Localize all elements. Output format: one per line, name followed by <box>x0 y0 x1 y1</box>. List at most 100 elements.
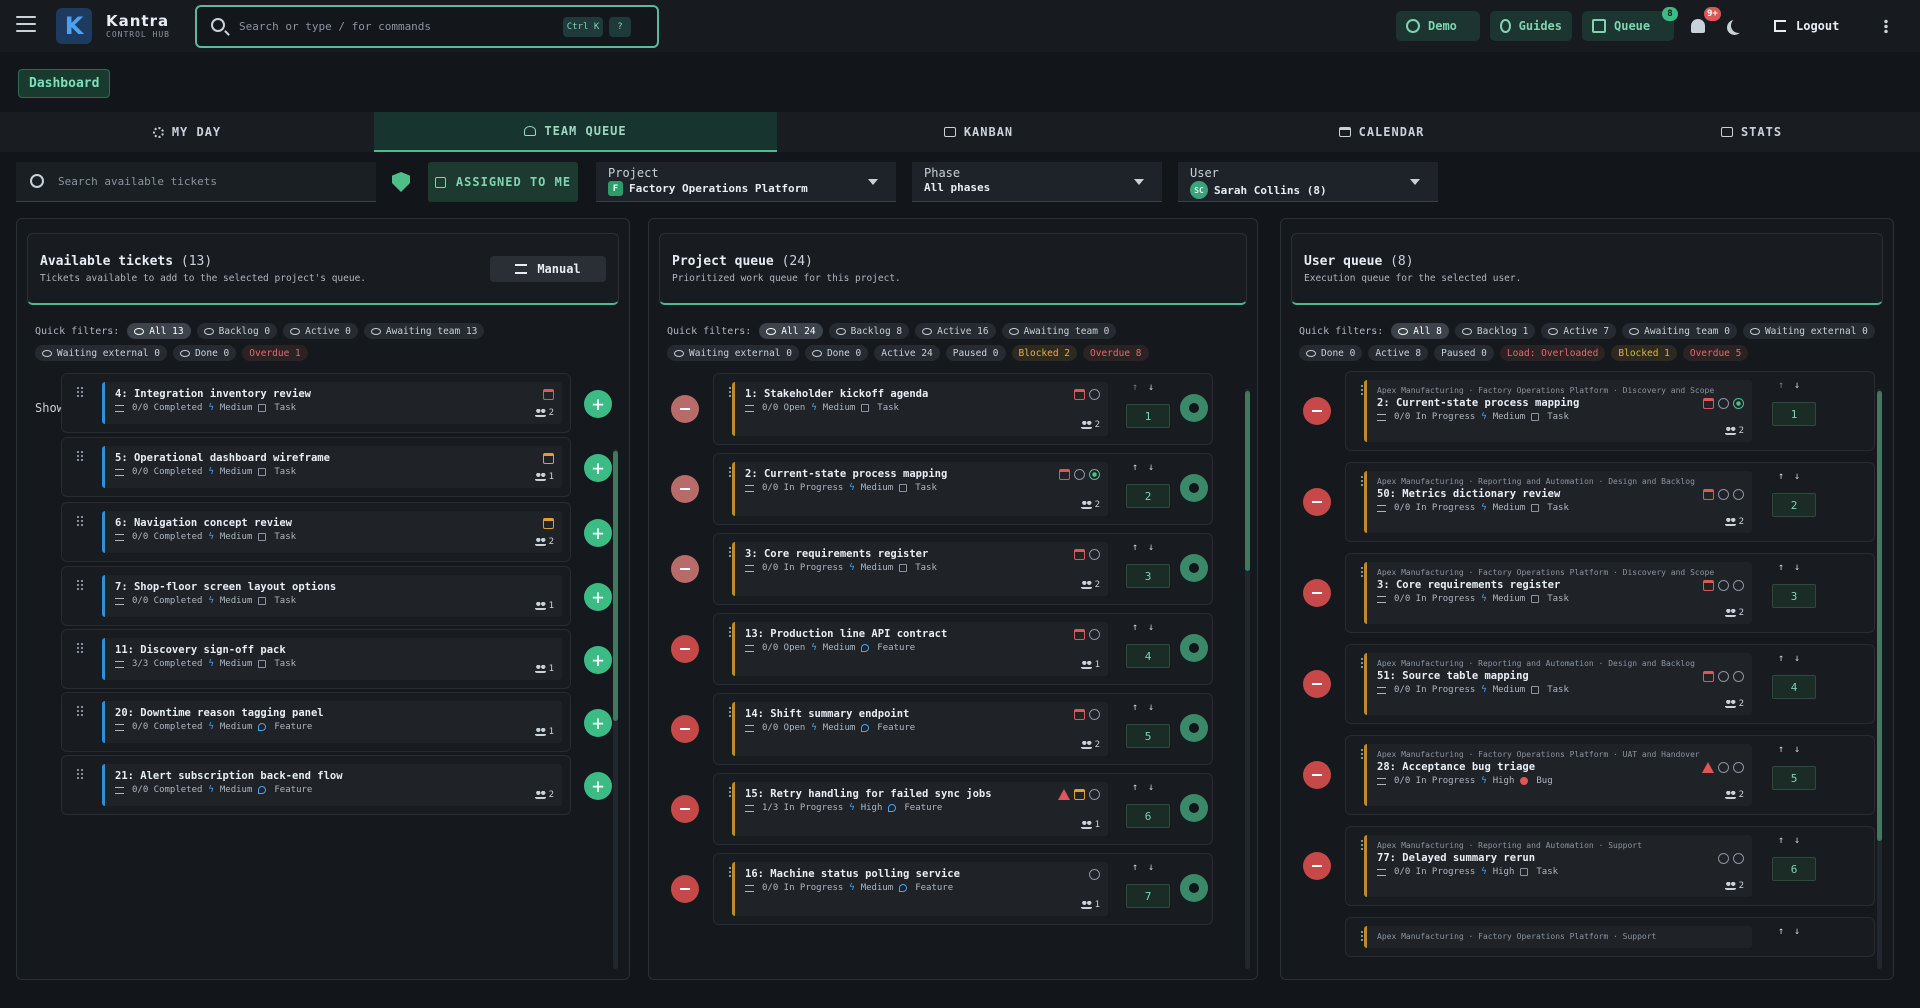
add-ticket-button[interactable]: + <box>584 772 612 800</box>
move-down-icon[interactable]: ↓ <box>1794 835 1800 846</box>
move-down-icon[interactable]: ↓ <box>1794 562 1800 573</box>
queue-position[interactable]: 7 <box>1126 884 1170 908</box>
filter-chip[interactable]: Paused 0 <box>1434 345 1494 361</box>
remove-from-queue-button[interactable] <box>1303 852 1331 880</box>
assign-user-button[interactable] <box>1180 394 1208 422</box>
filter-chip[interactable]: Backlog 8 <box>828 323 910 339</box>
assign-user-button[interactable] <box>1180 474 1208 502</box>
queue-card[interactable]: 3: Core requirements register 0/0 In Prog… <box>713 533 1213 605</box>
queue-position[interactable]: 3 <box>1772 584 1816 608</box>
logout-button[interactable]: Logout <box>1774 11 1839 41</box>
move-up-icon[interactable]: ↑ <box>1778 835 1784 846</box>
add-ticket-button[interactable]: + <box>584 709 612 737</box>
ticket-card[interactable]: 20: Downtime reason tagging panel 0/0 Com… <box>61 692 612 752</box>
queue-card[interactable]: Apex Manufacturing · Reporting and Autom… <box>1345 644 1875 724</box>
drag-handle-icon[interactable] <box>76 705 84 717</box>
remove-from-queue-button[interactable] <box>671 635 699 663</box>
tab-my-day[interactable]: MY DAY <box>0 112 374 152</box>
queue-card[interactable]: Apex Manufacturing · Factory Operations … <box>1345 553 1875 633</box>
assign-user-button[interactable] <box>1180 794 1208 822</box>
assign-user-button[interactable] <box>1180 874 1208 902</box>
guides-button[interactable]: Guides <box>1490 11 1572 41</box>
add-ticket-button[interactable]: + <box>584 646 612 674</box>
filter-chip[interactable]: Active 8 <box>1368 345 1429 361</box>
tab-kanban[interactable]: KANBAN <box>777 112 1180 152</box>
help-button[interactable]: ? <box>609 17 631 37</box>
drag-handle-icon[interactable] <box>76 515 84 527</box>
phase-select[interactable]: Phase All phases <box>912 162 1162 202</box>
demo-button[interactable]: Demo <box>1396 11 1480 41</box>
filter-chip[interactable]: Active 24 <box>874 345 940 361</box>
theme-moon-icon[interactable] <box>1731 18 1746 33</box>
queue-position[interactable]: 5 <box>1772 766 1816 790</box>
tab-stats[interactable]: STATS <box>1583 112 1920 152</box>
filter-chip[interactable]: Waiting external 0 <box>667 345 799 361</box>
menu-icon[interactable] <box>16 16 36 32</box>
move-down-icon[interactable]: ↓ <box>1148 542 1154 553</box>
move-up-icon[interactable]: ↑ <box>1132 702 1138 713</box>
add-ticket-button[interactable]: + <box>584 390 612 418</box>
remove-from-queue-button[interactable] <box>1303 397 1331 425</box>
move-down-icon[interactable]: ↓ <box>1794 471 1800 482</box>
more-vertical-icon[interactable] <box>1884 19 1888 33</box>
move-up-icon[interactable]: ↑ <box>1132 382 1138 393</box>
queue-card[interactable]: 2: Current-state process mapping 0/0 In P… <box>713 453 1213 525</box>
remove-from-queue-button[interactable] <box>671 555 699 583</box>
move-up-icon[interactable]: ↑ <box>1132 542 1138 553</box>
filter-chip[interactable]: Load: Overloaded <box>1499 345 1606 361</box>
move-down-icon[interactable]: ↓ <box>1148 622 1154 633</box>
queue-card[interactable]: 15: Retry handling for failed sync jobs 1… <box>713 773 1213 845</box>
drag-handle-icon[interactable] <box>76 579 84 591</box>
move-up-icon[interactable]: ↑ <box>1132 782 1138 793</box>
move-up-icon[interactable]: ↑ <box>1132 462 1138 473</box>
drag-handle-icon[interactable] <box>76 768 84 780</box>
ticket-card[interactable]: 7: Shop-floor screen layout options 0/0 C… <box>61 566 612 626</box>
drag-handle-icon[interactable] <box>76 450 84 462</box>
move-up-icon[interactable]: ↑ <box>1778 471 1784 482</box>
filter-chip[interactable]: Done 0 <box>172 345 237 361</box>
drag-handle-icon[interactable] <box>76 386 84 398</box>
ticket-card[interactable]: 5: Operational dashboard wireframe 0/0 Co… <box>61 437 612 497</box>
move-down-icon[interactable]: ↓ <box>1148 462 1154 473</box>
move-up-icon[interactable]: ↑ <box>1132 862 1138 873</box>
assign-user-button[interactable] <box>1180 634 1208 662</box>
remove-from-queue-button[interactable] <box>671 395 699 423</box>
queue-card[interactable]: Apex Manufacturing · Factory Operations … <box>1345 917 1875 957</box>
move-down-icon[interactable]: ↓ <box>1148 862 1154 873</box>
remove-from-queue-button[interactable] <box>1303 579 1331 607</box>
filter-chip[interactable]: All 8 <box>1391 323 1449 339</box>
queue-position[interactable]: 1 <box>1126 404 1170 428</box>
remove-from-queue-button[interactable] <box>671 475 699 503</box>
command-search[interactable]: Search or type / for commands Ctrl K ? <box>195 5 659 48</box>
filter-chip[interactable]: Active 16 <box>915 323 996 339</box>
add-ticket-button[interactable]: + <box>584 454 612 482</box>
remove-from-queue-button[interactable] <box>671 875 699 903</box>
ticket-card[interactable]: 4: Integration inventory review 0/0 Compl… <box>61 373 612 433</box>
queue-position[interactable]: 4 <box>1126 644 1170 668</box>
queue-card[interactable]: 14: Shift summary endpoint 0/0 Open ϟ Mediu… <box>713 693 1213 765</box>
move-down-icon[interactable]: ↓ <box>1148 702 1154 713</box>
filter-chip[interactable]: Blocked 1 <box>1611 345 1677 361</box>
move-down-icon[interactable]: ↓ <box>1794 926 1800 937</box>
filter-chip[interactable]: Done 0 <box>1299 345 1363 361</box>
add-ticket-button[interactable]: + <box>584 583 612 611</box>
filter-chip[interactable]: Awaiting team 13 <box>363 323 485 339</box>
drag-handle-icon[interactable] <box>76 642 84 654</box>
queue-position[interactable]: 6 <box>1772 857 1816 881</box>
dashboard-breadcrumb[interactable]: Dashboard <box>18 69 111 98</box>
tab-team-queue[interactable]: TEAM QUEUE <box>374 112 777 152</box>
assigned-to-me-button[interactable]: ASSIGNED TO ME <box>428 162 578 202</box>
tab-calendar[interactable]: CALENDAR <box>1180 112 1583 152</box>
filter-chip[interactable]: Active 0 <box>283 323 358 339</box>
queue-position[interactable]: 3 <box>1126 564 1170 588</box>
filter-chip[interactable]: All 24 <box>759 323 823 339</box>
queue-card[interactable]: Apex Manufacturing · Reporting and Autom… <box>1345 826 1875 906</box>
remove-from-queue-button[interactable] <box>1303 670 1331 698</box>
queue-position[interactable]: 4 <box>1772 675 1816 699</box>
filter-chip[interactable]: Backlog 0 <box>196 323 278 339</box>
move-up-icon[interactable]: ↑ <box>1778 653 1784 664</box>
queue-card[interactable]: Apex Manufacturing · Factory Operations … <box>1345 371 1875 451</box>
queue-card[interactable]: Apex Manufacturing · Reporting and Autom… <box>1345 462 1875 542</box>
queue-button[interactable]: Queue <box>1582 11 1674 41</box>
bell-icon[interactable] <box>1691 19 1705 33</box>
